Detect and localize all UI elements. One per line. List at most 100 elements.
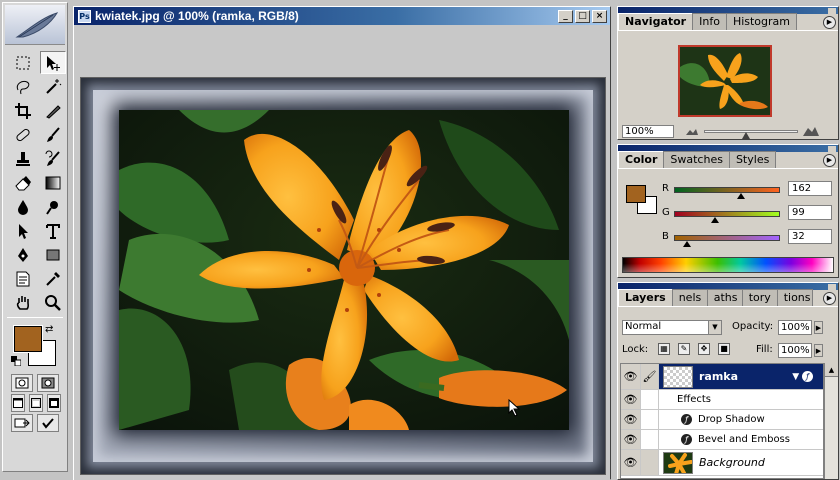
layers-panel: Layers nels aths tory tions ▶ Normal ▼ O…	[617, 282, 839, 480]
lasso-tool[interactable]	[10, 75, 36, 98]
panel-menu-icon[interactable]: ▶	[823, 292, 836, 305]
navigator-zoom-field[interactable]: 100%	[622, 125, 674, 138]
panel-menu-icon[interactable]: ▶	[823, 16, 836, 29]
quick-mask-button[interactable]	[37, 374, 59, 392]
brush-icon[interactable]: 🖌	[641, 364, 659, 389]
magic-wand-tool[interactable]	[40, 75, 66, 98]
lock-transparency-icon[interactable]: ▦	[658, 343, 670, 355]
feather-icon	[15, 12, 59, 38]
color-spectrum-ramp[interactable]	[622, 257, 834, 273]
red-slider-track[interactable]	[674, 187, 780, 193]
layer-body[interactable]: Background	[659, 450, 823, 475]
shape-tool[interactable]	[40, 243, 66, 266]
panel-close-icon[interactable]	[828, 7, 836, 14]
close-button[interactable]: ×	[592, 9, 607, 23]
tab-actions[interactable]: tions	[776, 289, 813, 306]
tab-paths[interactable]: aths	[706, 289, 743, 306]
color-panel-foreground-swatch[interactable]	[626, 185, 646, 203]
toolbox-logo[interactable]	[5, 5, 65, 45]
marquee-tool[interactable]	[10, 51, 36, 74]
effect-body: ƒ Drop Shadow	[659, 410, 823, 429]
eye-icon[interactable]: 👁	[621, 364, 641, 389]
jump-to-imageready-button[interactable]	[11, 414, 33, 432]
lock-pixels-icon[interactable]: ✎	[678, 343, 690, 355]
layer-body[interactable]: ramka ▼ ƒ	[659, 364, 823, 389]
notes-tool[interactable]	[10, 267, 36, 290]
navigator-zoom-slider[interactable]	[704, 130, 798, 133]
blue-slider-thumb[interactable]	[683, 241, 692, 247]
screen-mode-standard[interactable]	[11, 394, 25, 412]
zoom-tool[interactable]	[40, 291, 66, 314]
navigator-thumbnail[interactable]	[678, 45, 772, 117]
slice-tool[interactable]	[40, 99, 66, 122]
move-tool[interactable]	[40, 51, 66, 74]
green-slider-thumb[interactable]	[711, 217, 720, 223]
maximize-button[interactable]: □	[575, 9, 590, 23]
pen-tool[interactable]	[10, 243, 36, 266]
healing-brush-tool[interactable]	[10, 123, 36, 146]
tab-swatches[interactable]: Swatches	[663, 151, 730, 168]
layer-row-ramka[interactable]: 👁 🖌 ramka ▼ ƒ	[621, 364, 823, 390]
effect-row-bevel-emboss[interactable]: 👁 ƒ Bevel and Emboss	[621, 430, 823, 450]
default-colors-icon[interactable]	[11, 356, 21, 366]
document-title-bar[interactable]: Ps kwiatek.jpg @ 100% (ramka, RGB/8) _ □…	[74, 7, 610, 25]
effect-row-drop-shadow[interactable]: 👁 ƒ Drop Shadow	[621, 410, 823, 430]
opacity-field[interactable]: 100%	[778, 320, 812, 335]
screen-mode-full-menu[interactable]	[29, 394, 43, 412]
lock-position-icon[interactable]: ✥	[698, 343, 710, 355]
panel-close-icon[interactable]	[828, 283, 836, 290]
crop-tool[interactable]	[10, 99, 36, 122]
fill-field[interactable]: 100%	[778, 343, 812, 358]
green-value-field[interactable]: 99	[788, 205, 832, 220]
tab-layers[interactable]: Layers	[618, 289, 673, 306]
tab-channels[interactable]: nels	[671, 289, 708, 306]
blue-value-field[interactable]: 32	[788, 229, 832, 244]
zoom-out-icon[interactable]	[684, 125, 700, 137]
foreground-color-swatch[interactable]	[13, 325, 43, 353]
tab-color[interactable]: Color	[618, 151, 665, 168]
tab-navigator[interactable]: Navigator	[618, 13, 694, 30]
standard-mode-button[interactable]	[11, 374, 33, 392]
lock-all-icon[interactable]: ■	[718, 343, 730, 355]
panel-close-icon[interactable]	[828, 145, 836, 152]
panel-menu-icon[interactable]: ▶	[823, 154, 836, 167]
opacity-arrow-icon[interactable]: ▶	[814, 321, 823, 334]
layer-effects-indicator[interactable]: ▼ ƒ	[792, 371, 819, 382]
image-canvas[interactable]	[80, 77, 606, 475]
eraser-tool[interactable]	[10, 171, 36, 194]
fill-arrow-icon[interactable]: ▶	[814, 344, 823, 357]
confirm-button[interactable]	[37, 414, 59, 432]
tab-histogram[interactable]: Histogram	[725, 13, 797, 30]
canvas-area[interactable]	[74, 25, 610, 480]
swap-colors-icon[interactable]: ⇄	[45, 324, 53, 335]
history-brush-tool[interactable]	[40, 147, 66, 170]
eyedropper-tool[interactable]	[40, 267, 66, 290]
eye-icon[interactable]: 👁	[621, 390, 641, 409]
red-value-field[interactable]: 162	[788, 181, 832, 196]
layer-row-background[interactable]: 👁 Background	[621, 450, 823, 476]
eye-icon[interactable]: 👁	[621, 410, 641, 429]
type-tool[interactable]	[40, 219, 66, 242]
eye-icon[interactable]: 👁	[621, 430, 641, 449]
hand-tool[interactable]	[10, 291, 36, 314]
scroll-up-icon[interactable]: ▲	[825, 363, 838, 377]
blend-mode-select[interactable]: Normal ▼	[622, 320, 722, 335]
brush-tool[interactable]	[40, 123, 66, 146]
blur-tool[interactable]	[10, 195, 36, 218]
eye-icon[interactable]: 👁	[621, 450, 641, 475]
navigator-zoom-slider-thumb[interactable]	[742, 132, 751, 139]
minimize-button[interactable]: _	[558, 9, 573, 23]
green-slider-track[interactable]	[674, 211, 780, 217]
red-slider-thumb[interactable]	[737, 193, 746, 199]
dodge-tool[interactable]	[40, 195, 66, 218]
path-selection-tool[interactable]	[10, 219, 36, 242]
effects-row[interactable]: 👁 Effects	[621, 390, 823, 410]
tab-history[interactable]: tory	[741, 289, 778, 306]
clone-stamp-tool[interactable]	[10, 147, 36, 170]
gradient-tool[interactable]	[40, 171, 66, 194]
tab-info[interactable]: Info	[692, 13, 727, 30]
zoom-in-icon[interactable]	[802, 125, 819, 137]
tab-styles[interactable]: Styles	[728, 151, 777, 168]
layer-list-scrollbar[interactable]: ▲	[824, 363, 838, 479]
screen-mode-full[interactable]	[47, 394, 61, 412]
